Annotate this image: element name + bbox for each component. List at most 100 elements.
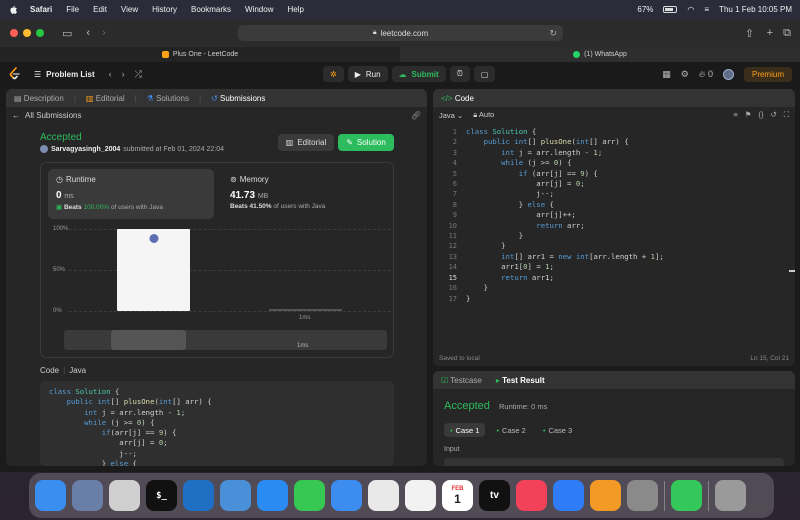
streak-counter[interactable]: 🔥︎ 0: [699, 69, 713, 80]
tab-code[interactable]: </> Code: [441, 94, 474, 103]
chart-bar[interactable]: [117, 229, 190, 311]
close-window-button[interactable]: [10, 29, 18, 37]
dock-app-xcode-like-icon[interactable]: [220, 480, 251, 511]
menu-edit[interactable]: Edit: [93, 5, 107, 14]
dock-app-photos-icon[interactable]: [405, 480, 436, 511]
run-button[interactable]: ▶ Run: [347, 66, 388, 82]
language-select[interactable]: Java ⌄: [439, 111, 463, 120]
tab-submissions[interactable]: ↺ Submissions: [211, 94, 265, 103]
range-selection-handle[interactable]: [111, 330, 186, 350]
debug-button[interactable]: ✲: [323, 66, 344, 82]
dock-app-safari-icon[interactable]: [257, 480, 288, 511]
case-tab[interactable]: • Case 3: [537, 423, 578, 437]
solution-button[interactable]: ✎ Solution: [338, 134, 394, 151]
tab-editorial-label: Editorial: [95, 93, 125, 103]
settings-gear-icon[interactable]: ⚙: [681, 69, 689, 80]
sidebar-toggle-icon[interactable]: ▭: [62, 27, 72, 40]
case-tab[interactable]: • Case 2: [490, 423, 531, 437]
memory-beats-suffix: of users with Java: [273, 203, 326, 210]
dock-app-messages-icon[interactable]: [294, 480, 325, 511]
menu-view[interactable]: View: [121, 5, 138, 14]
username[interactable]: Sarvagyasingh_2004: [51, 146, 120, 153]
problem-nav: ‹ › ⤮: [109, 69, 142, 80]
all-submissions-link[interactable]: All Submissions: [25, 111, 81, 120]
apple-icon[interactable]: [8, 4, 18, 15]
dock-app-preview-icon[interactable]: [72, 480, 103, 511]
tab-testcase[interactable]: ☑ Testcase: [441, 376, 482, 385]
tab-editorial[interactable]: ▥ Editorial: [86, 94, 125, 103]
tab-test-result[interactable]: ▸ Test Result: [496, 376, 545, 385]
shuffle-icon[interactable]: ⤮: [135, 69, 142, 80]
range-tick-label: 1ms: [297, 343, 309, 349]
dock-app-trash-icon[interactable]: [715, 480, 746, 511]
dock-app-calendar-icon[interactable]: FEB 1: [442, 480, 473, 511]
leetcode-logo-icon[interactable]: [8, 67, 22, 81]
new-tab-icon[interactable]: +: [767, 27, 773, 39]
chevron-down-icon: ⌄: [456, 110, 464, 120]
case-tab[interactable]: • Case 1: [444, 423, 486, 437]
dock-app-pages-icon[interactable]: [590, 480, 621, 511]
dock-app-chrome-icon[interactable]: [368, 480, 399, 511]
dock-app-vs-code-icon[interactable]: [183, 480, 214, 511]
format-icon[interactable]: ≡: [733, 110, 737, 120]
layout-icon[interactable]: ▦: [662, 69, 671, 80]
back-icon[interactable]: ‹: [86, 27, 90, 39]
editor-source[interactable]: class Solution { public int[] plusOne(in…: [466, 127, 664, 304]
chart-bar[interactable]: [269, 309, 342, 311]
dock-app-facetime-icon[interactable]: [671, 480, 702, 511]
dock-app-tv-icon[interactable]: tv: [479, 480, 510, 511]
menu-window[interactable]: Window: [245, 5, 273, 14]
share-link-icon[interactable]: 🔗︎: [411, 111, 421, 120]
forward-icon[interactable]: ›: [102, 27, 106, 39]
menu-history[interactable]: History: [152, 5, 177, 14]
menu-bookmarks[interactable]: Bookmarks: [191, 5, 231, 14]
prev-problem-icon[interactable]: ‹: [109, 69, 112, 80]
tab-overview-icon[interactable]: ⧉: [783, 27, 791, 40]
dock-app-launchpad-icon[interactable]: [109, 480, 140, 511]
tab-leetcode[interactable]: Plus One - LeetCode: [0, 47, 400, 62]
prompt-glyph: $_: [156, 490, 167, 501]
performance-card: ◷ Runtime 0 ms ▣ Beats 100.00% of users w…: [40, 162, 394, 358]
dock-app-finder-icon[interactable]: [35, 480, 66, 511]
dock-app-app-store-icon[interactable]: [553, 480, 584, 511]
premium-button[interactable]: Premium: [743, 66, 792, 82]
reset-icon[interactable]: ↺: [770, 110, 776, 120]
memory-stat[interactable]: ⊚ Memory 41.73 MB Beats 41.50% of users w…: [222, 169, 388, 219]
menu-file[interactable]: File: [66, 5, 79, 14]
tab-code-label: Code: [454, 93, 474, 103]
y-tick-label: 0%: [53, 308, 62, 314]
address-bar[interactable]: 🔒︎ leetcode.com ↻: [238, 25, 563, 41]
fullscreen-icon[interactable]: ⛶: [784, 110, 789, 120]
braces-icon[interactable]: {}: [758, 110, 763, 120]
share-icon[interactable]: ⇧: [745, 27, 754, 40]
autocomplete-toggle[interactable]: 🔒︎ Auto: [473, 110, 494, 120]
menu-help[interactable]: Help: [287, 5, 303, 14]
dock-app-system-settings-icon[interactable]: [627, 480, 658, 511]
minimize-window-button[interactable]: [23, 29, 31, 37]
tab-whatsapp[interactable]: (1) WhatsApp: [400, 47, 800, 62]
editorial-button[interactable]: ▥ Editorial: [278, 134, 334, 151]
dock-app-music-icon[interactable]: [516, 480, 547, 511]
runtime-stat[interactable]: ◷ Runtime 0 ms ▣ Beats 100.00% of users w…: [48, 169, 214, 219]
zoom-window-button[interactable]: [36, 29, 44, 37]
gridline: [69, 311, 391, 312]
tab-solutions[interactable]: ⚗ Solutions: [147, 94, 189, 103]
back-arrow-icon[interactable]: ←: [12, 111, 20, 120]
reload-icon[interactable]: ↻: [549, 28, 557, 39]
battery-icon[interactable]: [663, 6, 678, 13]
problem-list-button[interactable]: ☰ Problem List: [34, 70, 95, 79]
bookmark-icon[interactable]: ⚑: [745, 110, 752, 120]
dock-app-terminal-icon[interactable]: $_: [146, 480, 177, 511]
timer-button[interactable]: ⏰︎: [449, 66, 470, 82]
submit-button[interactable]: ☁ Submit: [391, 66, 446, 82]
notes-button[interactable]: ▢: [473, 66, 496, 82]
tab-description[interactable]: ▤ Description: [14, 94, 64, 103]
next-problem-icon[interactable]: ›: [122, 69, 125, 80]
control-center-icon[interactable]: ≡: [704, 5, 709, 14]
menu-app-name[interactable]: Safari: [30, 5, 52, 14]
wifi-icon[interactable]: ◠: [687, 5, 694, 14]
clock[interactable]: Thu 1 Feb 10:05 PM: [719, 5, 792, 14]
dock-app-mail-icon[interactable]: [331, 480, 362, 511]
user-avatar[interactable]: [722, 68, 734, 80]
chart-range-slider[interactable]: 1ms: [64, 330, 387, 350]
